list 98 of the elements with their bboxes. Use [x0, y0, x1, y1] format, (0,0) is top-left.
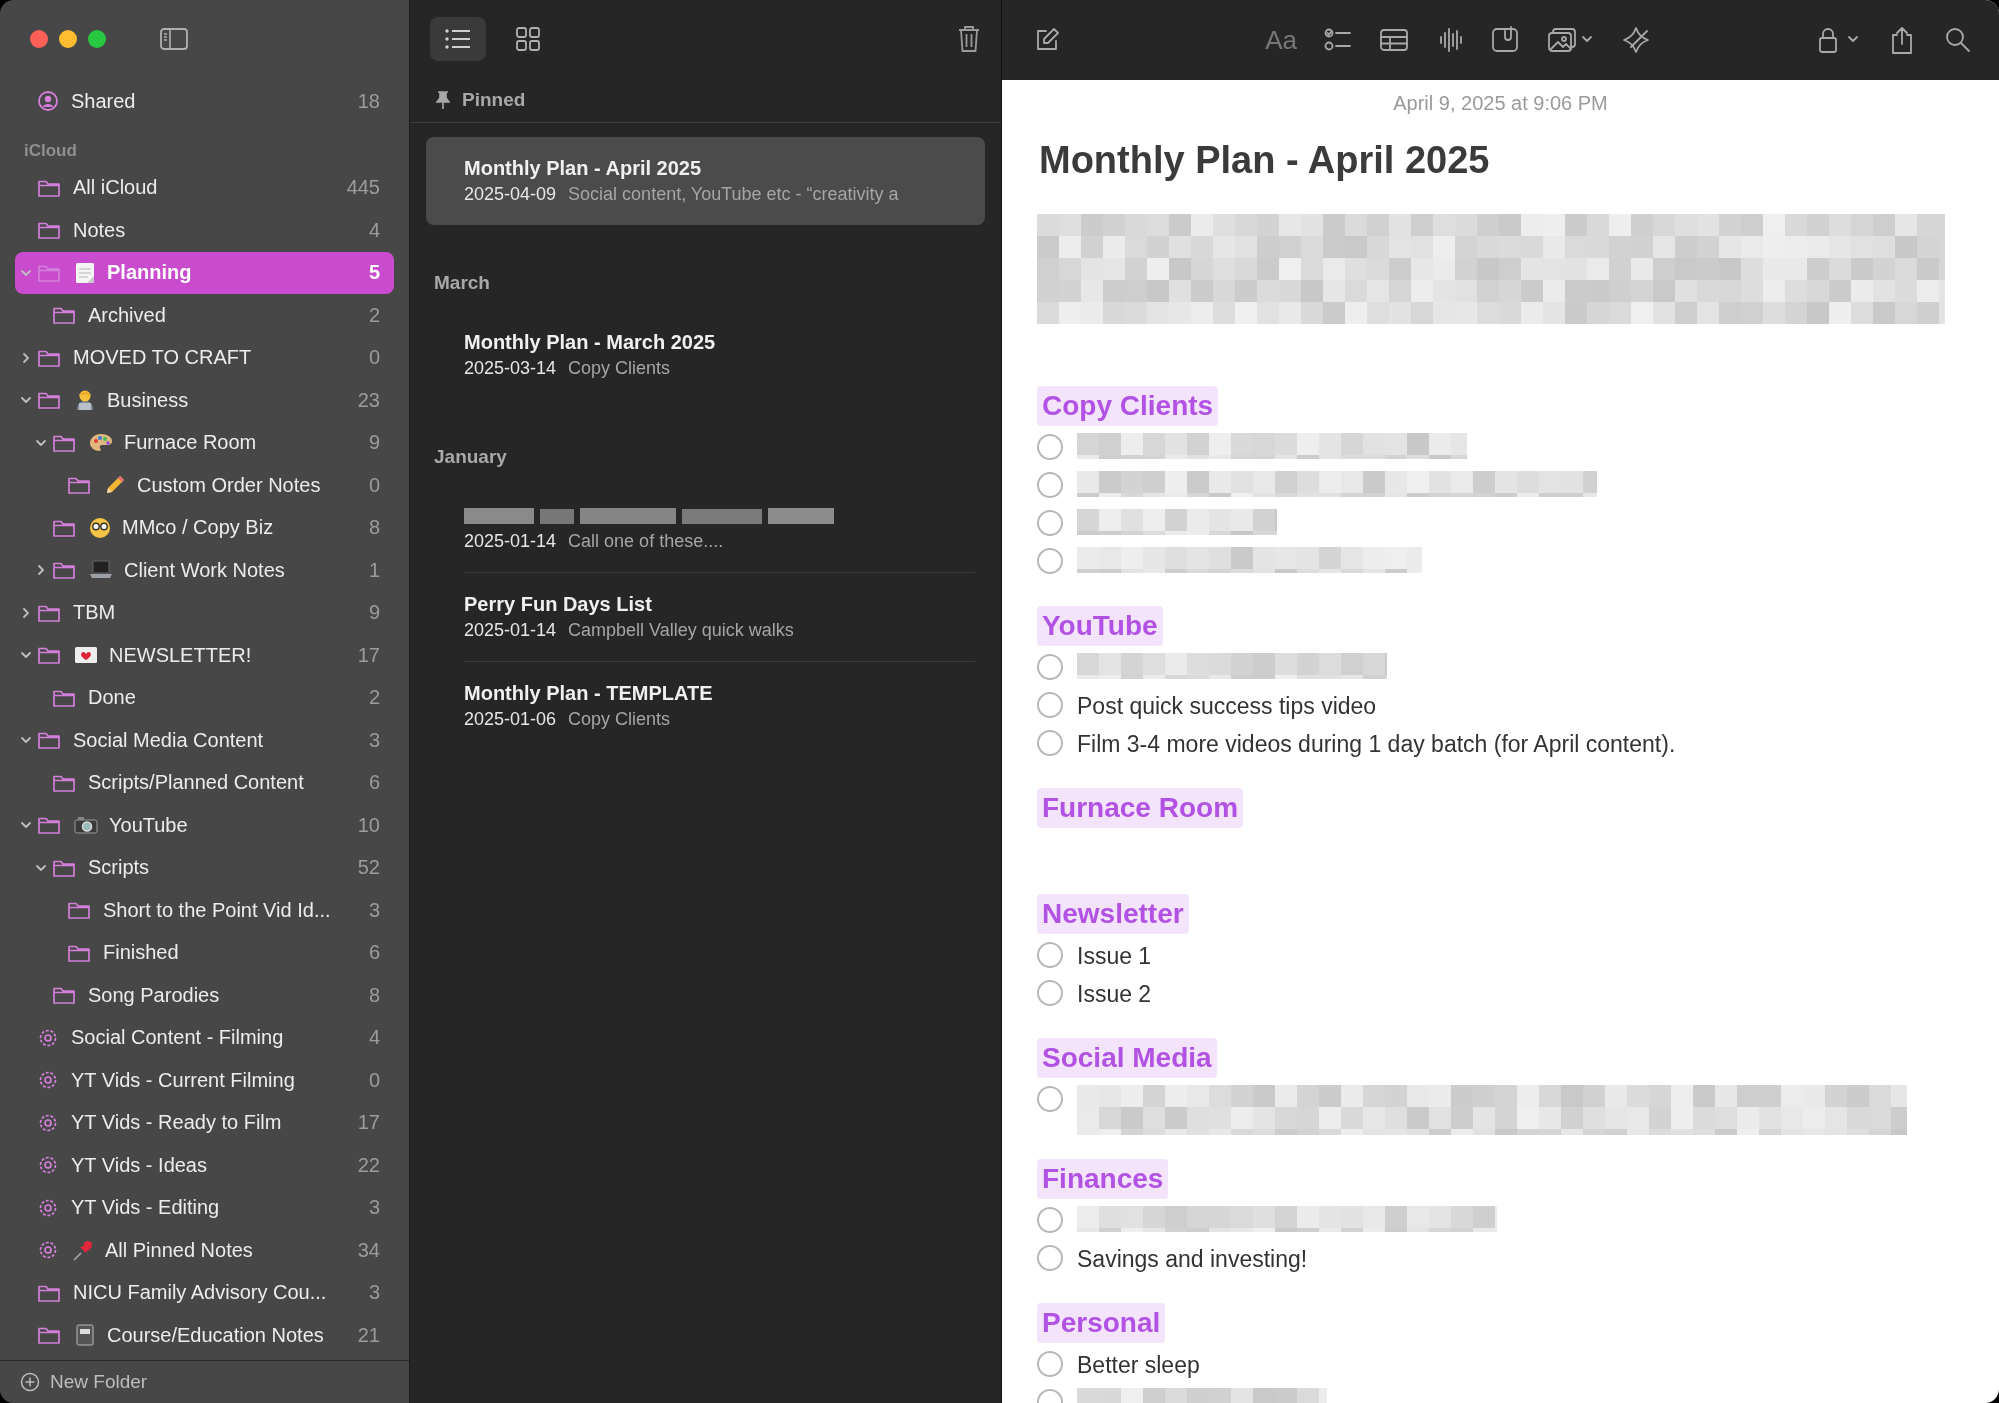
sidebar-item[interactable]: YT Vids - Editing 3	[15, 1186, 394, 1229]
task-text: Savings and investing!	[1077, 1245, 1308, 1274]
pin-icon	[436, 90, 450, 110]
sidebar-item[interactable]: Social Content - Filming 4	[15, 1016, 394, 1059]
sparkle-pen-icon[interactable]	[1621, 25, 1651, 55]
sidebar-item[interactable]: Business 23	[15, 379, 394, 422]
list-icon	[443, 27, 473, 51]
sidebar-item[interactable]: All iCloud 445	[15, 166, 394, 209]
group-heading: January	[434, 446, 507, 468]
folder-icon	[52, 305, 76, 326]
sidebar-item[interactable]: YT Vids - Current Filming 0	[15, 1059, 394, 1102]
group-heading: Pinned	[462, 89, 526, 111]
folder-icon	[67, 900, 91, 921]
plus-icon	[20, 1372, 40, 1392]
sidebar-item[interactable]: Finished 6	[15, 931, 394, 974]
section-heading: Furnace Room	[1037, 788, 1244, 828]
folder-icon	[37, 390, 61, 411]
photo-icon[interactable]	[1547, 25, 1577, 55]
sidebar-toggle-icon[interactable]	[159, 27, 189, 51]
checkbox[interactable]	[1037, 1086, 1063, 1112]
sidebar-item[interactable]: Course/Education Notes 21	[15, 1314, 394, 1357]
sidebar-item[interactable]: Song Parodies 8	[15, 974, 394, 1017]
sidebar-item[interactable]: Custom Order Notes 0	[15, 464, 394, 507]
folder-icon	[52, 985, 76, 1006]
sidebar-item[interactable]: Done 2	[15, 676, 394, 719]
checkbox[interactable]	[1037, 548, 1063, 574]
section-heading: Personal	[1037, 1303, 1166, 1343]
section-heading: Newsletter	[1037, 894, 1189, 934]
sidebar-item[interactable]: Social Media Content 3	[15, 719, 394, 762]
glasses-icon	[88, 515, 112, 540]
checkbox[interactable]	[1037, 1207, 1063, 1233]
task-text: Issue 1	[1077, 942, 1152, 971]
task-text: Film 3-4 more videos during 1 day batch (for April content).	[1077, 730, 1676, 759]
sidebar-item[interactable]: Planning 5	[15, 251, 394, 294]
sidebar-item[interactable]: YT Vids - Ready to Film 17	[15, 1101, 394, 1144]
sidebar-item[interactable]: TBM 9	[15, 591, 394, 634]
folder-icon	[37, 220, 61, 241]
attachment-icon[interactable]	[1491, 25, 1521, 55]
checkbox[interactable]	[1037, 472, 1063, 498]
checkbox[interactable]	[1037, 942, 1063, 968]
folder-icon	[37, 730, 61, 751]
sidebar-item[interactable]: NICU Family Advisory Cou... 3	[15, 1271, 394, 1314]
checkbox[interactable]	[1037, 434, 1063, 460]
zoom-button[interactable]	[88, 30, 106, 48]
folder-icon	[37, 1325, 61, 1346]
search-icon[interactable]	[1943, 25, 1973, 55]
sidebar-item[interactable]: Scripts 52	[15, 846, 394, 889]
section-heading: Copy Clients	[1037, 386, 1219, 426]
note-title: Monthly Plan - April 2025	[1039, 139, 1491, 182]
sidebar-item[interactable]: Shared 18	[15, 80, 394, 123]
list-view-button[interactable]	[430, 17, 486, 61]
section-heading: Social Media	[1037, 1038, 1217, 1078]
sidebar-item[interactable]: Scripts/Planned Content 6	[15, 761, 394, 804]
sidebar-item[interactable]: Client Work Notes 1	[15, 549, 394, 592]
sidebar-item[interactable]: Short to the Point Vid Id... 3	[15, 889, 394, 932]
group-heading: March	[434, 272, 490, 294]
sidebar-item[interactable]: YT Vids - Ideas 22	[15, 1144, 394, 1187]
sidebar-item[interactable]: Furnace Room 9	[15, 421, 394, 464]
section-heading: YouTube	[1037, 606, 1163, 646]
checkbox[interactable]	[1037, 730, 1063, 756]
new-folder-button[interactable]: New Folder	[16, 1367, 152, 1397]
note-item[interactable]: Monthly Plan - TEMPLATE 2025-01-06 Copy Clients	[426, 662, 985, 750]
sidebar-item[interactable]: YouTube 10	[15, 804, 394, 847]
notepad-icon	[73, 260, 97, 285]
trash-icon[interactable]	[957, 25, 981, 53]
minimize-button[interactable]	[59, 30, 77, 48]
sidebar-item[interactable]: MMco / Copy Biz 8	[15, 506, 394, 549]
checkbox[interactable]	[1037, 980, 1063, 1006]
folder-icon	[37, 815, 61, 836]
notebook-icon	[73, 1323, 97, 1348]
checkbox[interactable]	[1037, 1245, 1063, 1271]
person-icon	[37, 90, 59, 113]
note-item[interactable]: 2025-01-14 Call one of these....	[426, 485, 985, 572]
pushpin-icon	[71, 1238, 95, 1263]
sidebar-item[interactable]: Notes 4	[15, 209, 394, 252]
folder-icon	[67, 475, 91, 496]
checkbox[interactable]	[1037, 1351, 1063, 1377]
checkbox[interactable]	[1037, 654, 1063, 680]
section-label: iCloud	[23, 139, 78, 162]
section-heading: Finances	[1037, 1159, 1169, 1199]
camera-icon	[73, 814, 99, 837]
note-date: April 9, 2025 at 9:06 PM	[1392, 92, 1609, 115]
close-button[interactable]	[30, 30, 48, 48]
note-item[interactable]: Perry Fun Days List 2025-01-14 Campbell Valley quick walks	[426, 573, 985, 661]
note-item[interactable]: Monthly Plan - April 2025 2025-04-09 Social content, YouTube etc - “creativity a	[426, 137, 985, 225]
sidebar-item[interactable]: MOVED TO CRAFT 0	[15, 336, 394, 379]
checkbox[interactable]	[1037, 692, 1063, 718]
sidebar-item[interactable]: NEWSLETTER! 17	[15, 634, 394, 677]
task-text: Post quick success tips video	[1077, 692, 1377, 721]
sidebar-item[interactable]: All Pinned Notes 34	[15, 1229, 394, 1272]
folder-icon	[37, 645, 61, 666]
sidebar-item[interactable]: Archived 2	[15, 294, 394, 337]
note-item[interactable]: Monthly Plan - March 2025 2025-03-14 Copy Clients	[426, 311, 985, 399]
task-text: Better sleep	[1077, 1351, 1200, 1380]
folder-icon	[52, 560, 76, 581]
task-text: Issue 2	[1077, 980, 1152, 1009]
checkbox[interactable]	[1037, 510, 1063, 536]
grid-icon	[515, 26, 541, 52]
